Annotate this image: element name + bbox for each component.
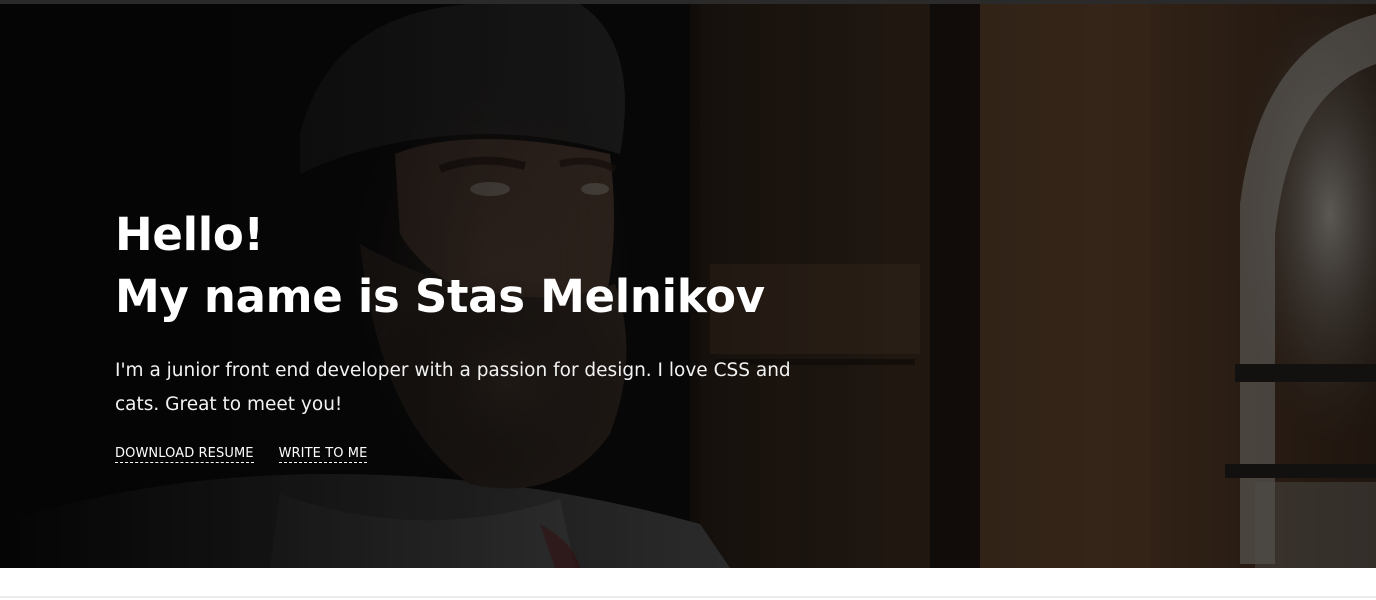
hero-links: DOWNLOAD RESUME WRITE TO ME <box>115 446 835 463</box>
download-resume-link[interactable]: DOWNLOAD RESUME <box>115 446 254 463</box>
portfolio-page: Hello! My name is Stas Melnikov I'm a ju… <box>0 0 1376 600</box>
hero-section: Hello! My name is Stas Melnikov I'm a ju… <box>0 4 1376 568</box>
greeting-text: Hello! <box>115 208 264 261</box>
intro-paragraph: I'm a junior front end developer with a … <box>115 360 791 415</box>
hero-headline: Hello! My name is Stas Melnikov <box>115 204 835 328</box>
write-to-me-link[interactable]: WRITE TO ME <box>278 446 368 463</box>
divider <box>0 596 1376 598</box>
page-below-hero <box>0 568 1376 600</box>
hero-content: Hello! My name is Stas Melnikov I'm a ju… <box>115 204 835 463</box>
name-text: My name is Stas Melnikov <box>115 270 765 323</box>
